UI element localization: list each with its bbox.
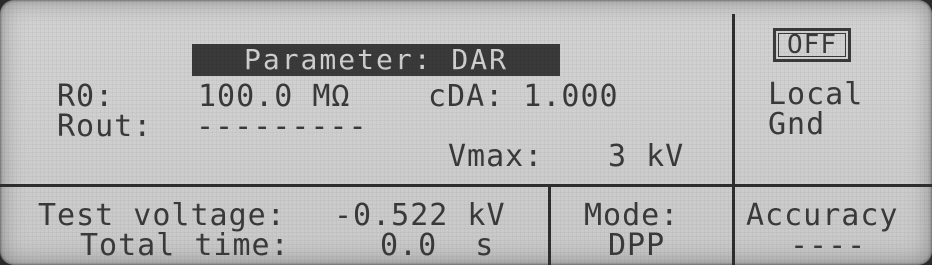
r0-value: 100.0 MΩ [198,79,351,114]
accuracy-value: ---- [790,228,867,263]
horizontal-divider-bottom [0,184,932,187]
gnd-label: Gnd [768,107,826,142]
rout-label: Rout: [57,109,153,144]
parameter-banner[interactable]: Parameter: DAR [192,44,560,76]
vertical-divider-accuracy [732,187,735,265]
local-label: Local [768,77,864,112]
output-off-indicator: OFF [773,28,851,62]
total-time-label: Total time: [80,228,290,263]
mode-value: DPP [608,228,666,263]
test-voltage-label: Test voltage: [38,198,286,233]
vmax-label: Vmax: [448,139,544,174]
test-voltage-value: -0.522 kV [334,198,506,233]
lcd-display: Parameter: DAR R0: 100.0 MΩ cDA: 1.000 R… [0,0,932,265]
vertical-divider-mode [548,187,551,265]
rout-value: --------- [196,109,368,144]
cda-value: cDA: 1.000 [428,79,619,114]
vertical-divider-right-panel [732,14,735,184]
r0-label: R0: [57,79,115,114]
mode-label: Mode: [584,198,680,233]
accuracy-label: Accuracy [746,198,899,233]
vmax-value: 3 kV [608,139,685,174]
total-time-value: 0.0 s [380,228,495,263]
